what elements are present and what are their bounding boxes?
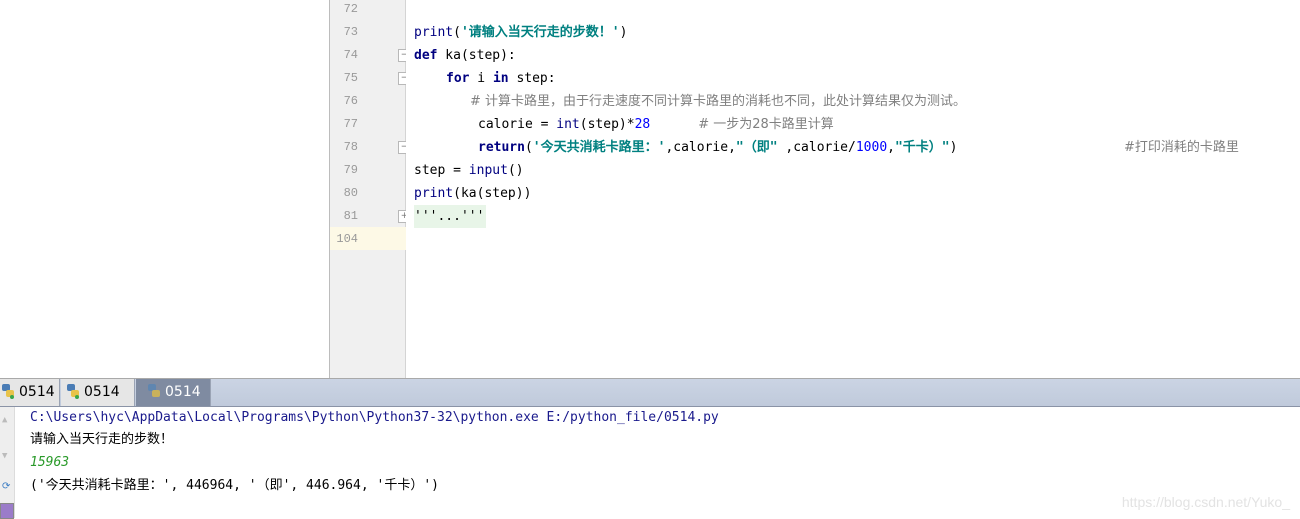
scroll-up-icon[interactable]: ▲ xyxy=(2,415,7,425)
console-command: C:\Users\hyc\AppData\Local\Programs\Pyth… xyxy=(30,410,719,425)
run-tab[interactable]: 0514 xyxy=(0,379,60,406)
code-line-75: for i in step: xyxy=(446,71,556,86)
console-prompt: 请输入当天行走的步数！ xyxy=(30,432,174,447)
python-icon xyxy=(146,382,162,398)
code-line-78: return('今天共消耗卡路里：',calorie,"（即" ,calorie… xyxy=(478,140,958,155)
console-result: ('今天共消耗卡路里：', 446964, '（即', 446.964, '千卡… xyxy=(30,478,439,493)
line-number: 79 xyxy=(343,163,358,177)
line-number: 104 xyxy=(336,232,358,246)
code-line-74: def ka(step): xyxy=(414,48,516,63)
python-icon xyxy=(0,382,16,399)
scroll-down-icon[interactable]: ▼ xyxy=(2,451,7,461)
code-line-79: step = input() xyxy=(414,163,524,178)
code-line-76: # 计算卡路里，由于行走速度不同计算卡路里的消耗也不同，此处计算结果仅为测试。 xyxy=(470,94,967,109)
code-line-78-comment: #打印消耗的卡路里 xyxy=(1124,140,1239,155)
line-number: 78 xyxy=(343,140,358,154)
watermark: https://blog.csdn.net/Yuko_ xyxy=(1121,494,1290,510)
code-editor[interactable]: print('请输入当天行走的步数！') def ka(step): for i… xyxy=(406,0,1300,378)
line-number: 74 xyxy=(343,48,358,62)
line-number: 73 xyxy=(343,25,358,39)
run-tab-active[interactable]: 0514 xyxy=(136,379,211,406)
line-number: 80 xyxy=(343,186,358,200)
line-number: 76 xyxy=(343,94,358,108)
folded-code-block[interactable]: '''...''' xyxy=(414,205,487,228)
line-number: 81 xyxy=(343,209,358,223)
console-toolbar: ▲ ▼ ⟳ xyxy=(0,407,15,519)
run-tab[interactable]: 0514 xyxy=(61,379,135,406)
project-panel-blank xyxy=(0,0,330,378)
line-number: 77 xyxy=(343,117,358,131)
rerun-icon[interactable]: ⟳ xyxy=(2,481,10,492)
code-line-80: print(ka(step)) xyxy=(414,186,532,201)
line-number: 72 xyxy=(343,2,358,16)
run-console[interactable]: ▲ ▼ ⟳ C:\Users\hyc\AppData\Local\Program… xyxy=(0,407,1300,519)
code-line-73: print('请输入当天行走的步数！') xyxy=(414,25,628,40)
line-number: 75 xyxy=(343,71,358,85)
run-tab-bar: 0514 0514 0514 xyxy=(0,378,1300,408)
code-line-77: calorie = int(step)*28 # 一步为28卡路里计算 xyxy=(478,117,834,132)
console-user-input: 15963 xyxy=(30,455,70,470)
python-icon xyxy=(65,382,81,399)
stop-icon[interactable] xyxy=(0,503,14,519)
